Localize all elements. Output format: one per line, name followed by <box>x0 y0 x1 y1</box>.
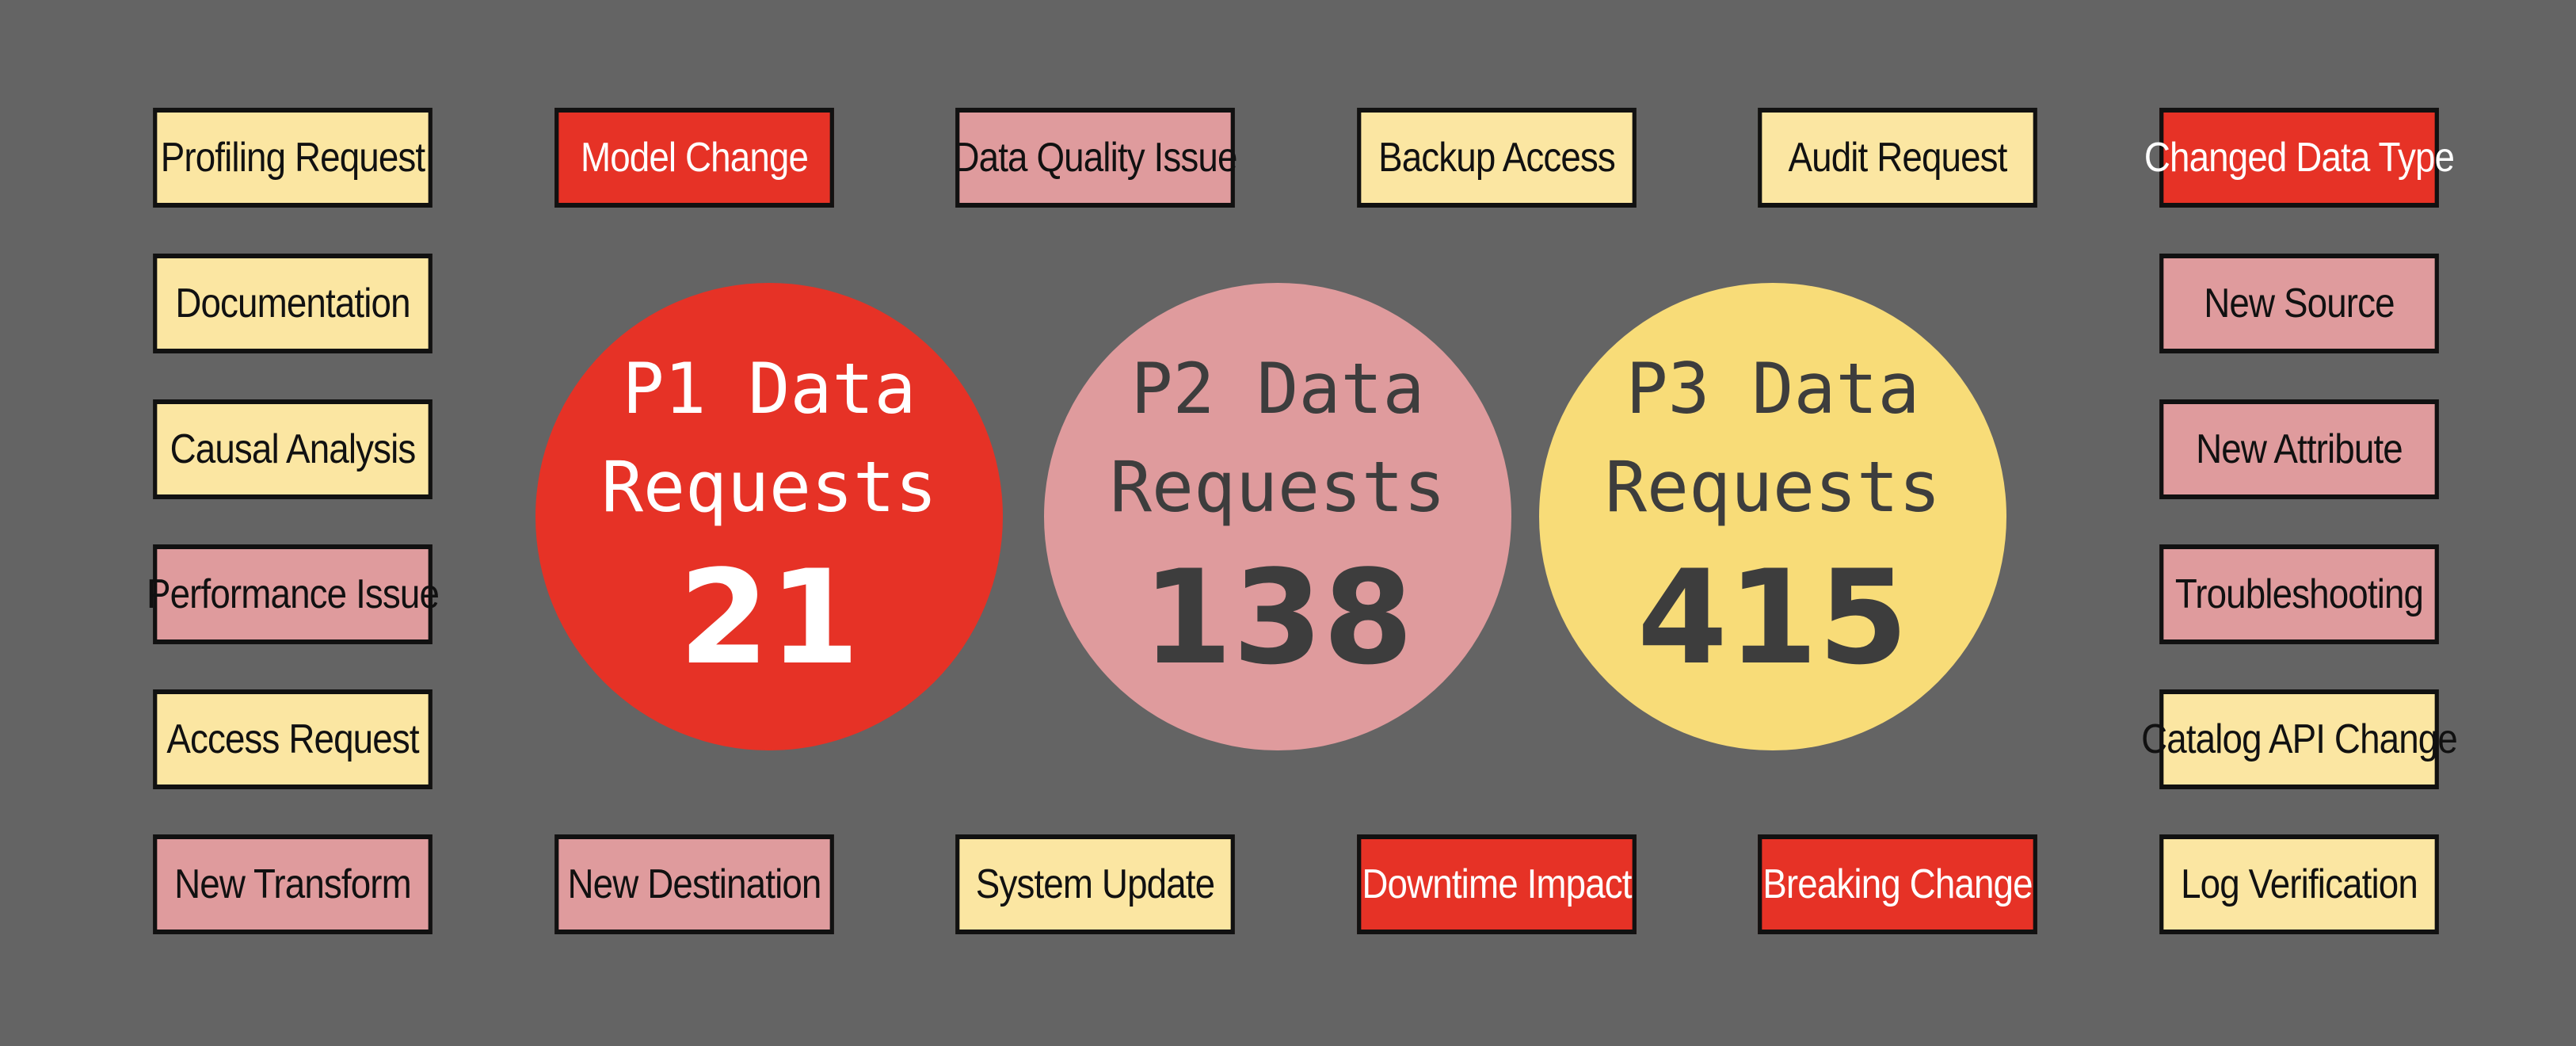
tag-new-source: New Source <box>2159 254 2439 353</box>
tag-data-quality-issue: Data Quality Issue <box>953 108 1237 208</box>
tag-downtime-impact: Downtime Impact <box>1357 834 1637 934</box>
tag-new-destination: New Destination <box>554 834 834 934</box>
p1-circle-title-line2: Requests <box>601 446 937 528</box>
tag-documentation: Documentation <box>153 254 433 353</box>
tag-system-update: System Update <box>955 834 1235 934</box>
p3-requests-circle: P3 Data Requests 415 <box>1539 283 2006 750</box>
tag-model-change: Model Change <box>554 108 834 208</box>
p1-requests-circle: P1 Data Requests 21 <box>535 283 1003 750</box>
tag-performance-issue: Performance Issue <box>147 544 440 644</box>
p1-request-count: 21 <box>678 542 860 693</box>
tag-access-request: Access Request <box>153 689 433 789</box>
p3-circle-title-line2: Requests <box>1605 446 1941 528</box>
tag-changed-data-type: Changed Data Type <box>2144 108 2455 208</box>
tag-troubleshooting: Troubleshooting <box>2159 544 2439 644</box>
tag-profiling-request: Profiling Request <box>153 108 433 208</box>
p3-circle-title-line1: P3 Data <box>1625 348 1920 429</box>
p3-request-count: 415 <box>1637 542 1909 693</box>
p2-request-count: 138 <box>1141 542 1414 693</box>
tag-new-attribute: New Attribute <box>2159 399 2439 499</box>
p2-requests-circle: P2 Data Requests 138 <box>1044 283 1511 750</box>
tag-log-verification: Log Verification <box>2159 834 2439 934</box>
tag-catalog-api-change: Catalog API Change <box>2141 689 2458 789</box>
p2-circle-title-line2: Requests <box>1110 446 1446 528</box>
tag-breaking-change: Breaking Change <box>1758 834 2037 934</box>
tag-backup-access: Backup Access <box>1357 108 1637 208</box>
tag-audit-request: Audit Request <box>1758 108 2037 208</box>
p1-circle-title-line1: P1 Data <box>622 348 916 429</box>
tag-new-transform: New Transform <box>153 834 433 934</box>
p2-circle-title-line1: P2 Data <box>1130 348 1425 429</box>
tag-causal-analysis: Causal Analysis <box>153 399 433 499</box>
